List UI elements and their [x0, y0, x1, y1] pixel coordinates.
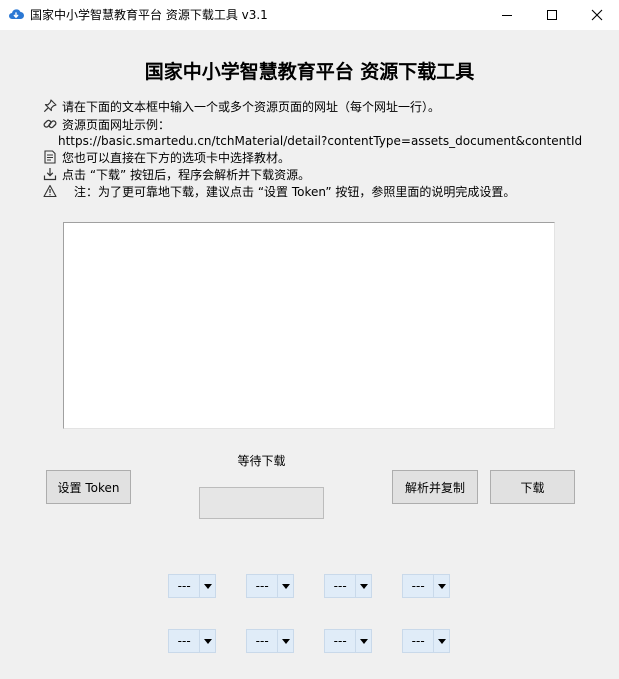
cloud-download-icon — [9, 9, 24, 19]
url-input[interactable] — [63, 222, 555, 429]
maximize-icon — [547, 10, 557, 20]
minimize-icon — [502, 15, 512, 16]
selector-value: --- — [333, 634, 347, 648]
selector-value: --- — [255, 634, 269, 648]
instruction-line-2: 资源页面网址示例： — [43, 117, 170, 133]
download-tray-icon — [43, 168, 57, 181]
selector-row1-3[interactable]: --- — [324, 574, 372, 598]
selector-value: --- — [177, 579, 191, 593]
warning-icon — [43, 184, 57, 198]
instruction-line-4: 点击 “下载” 按钮后，程序会解析并下载资源。 — [43, 167, 310, 183]
minimize-button[interactable] — [484, 0, 530, 30]
selector-row2-2[interactable]: --- — [246, 629, 294, 653]
instruction-line-1: 请在下面的文本框中输入一个或多个资源页面的网址（每个网址一行）。 — [43, 99, 440, 115]
close-icon — [591, 9, 603, 21]
selector-row1-1[interactable]: --- — [168, 574, 216, 598]
selector-value: --- — [177, 634, 191, 648]
selector-row2-3[interactable]: --- — [324, 629, 372, 653]
selector-value: --- — [333, 579, 347, 593]
document-icon — [44, 150, 56, 164]
pin-icon — [43, 99, 57, 113]
selector-value: --- — [411, 634, 425, 648]
selector-value: --- — [411, 579, 425, 593]
example-url: https://basic.smartedu.cn/tchMaterial/de… — [58, 134, 583, 148]
download-button[interactable]: 下载 — [490, 470, 575, 504]
chevron-down-icon — [277, 575, 293, 597]
instruction-line-3: 您也可以直接在下方的选项卡中选择教材。 — [43, 150, 290, 166]
close-button[interactable] — [574, 0, 619, 30]
selector-row1-4[interactable]: --- — [402, 574, 450, 598]
set-token-button[interactable]: 设置 Token — [46, 470, 131, 504]
title-bar[interactable]: 国家中小学智慧教育平台 资源下载工具 v3.1 — [0, 0, 619, 30]
page-title: 国家中小学智慧教育平台 资源下载工具 — [144, 61, 475, 83]
chevron-down-icon — [199, 575, 215, 597]
status-label: 等待下载 — [237, 454, 286, 468]
link-icon — [43, 119, 57, 129]
selector-row1-2[interactable]: --- — [246, 574, 294, 598]
selector-row2-1[interactable]: --- — [168, 629, 216, 653]
parse-copy-button[interactable]: 解析并复制 — [392, 470, 478, 504]
progress-bar — [199, 487, 324, 519]
chevron-down-icon — [199, 630, 215, 652]
selector-row2-4[interactable]: --- — [402, 629, 450, 653]
chevron-down-icon — [355, 630, 371, 652]
instruction-line-5: 注：为了更可靠地下载，建议点击 “设置 Token” 按钮，参照里面的说明完成设… — [43, 184, 515, 200]
chevron-down-icon — [433, 575, 449, 597]
chevron-down-icon — [433, 630, 449, 652]
maximize-button[interactable] — [529, 0, 575, 30]
chevron-down-icon — [355, 575, 371, 597]
selector-value: --- — [255, 579, 269, 593]
chevron-down-icon — [277, 630, 293, 652]
window-title: 国家中小学智慧教育平台 资源下载工具 v3.1 — [30, 8, 268, 22]
